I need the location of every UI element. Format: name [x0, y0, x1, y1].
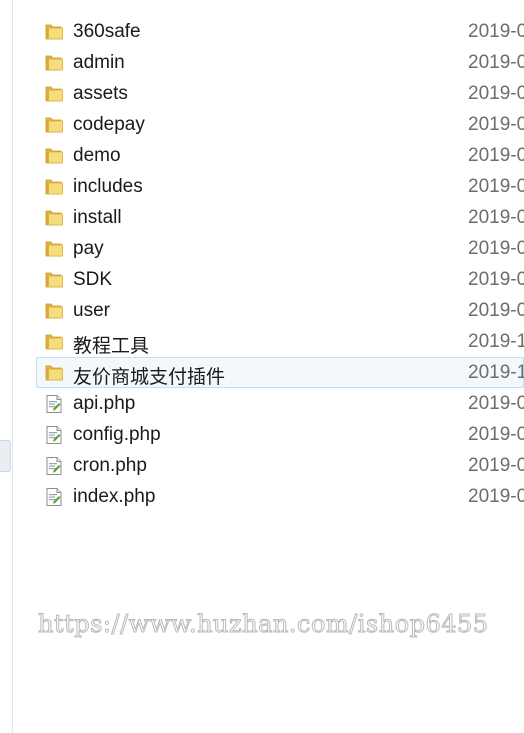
folder-row[interactable]: install 2019-0 [36, 202, 524, 233]
folder-icon [44, 239, 64, 259]
folder-icon [44, 301, 64, 321]
file-name: index.php [73, 486, 156, 507]
file-date-modified: 2019-1 [468, 331, 524, 352]
file-date-modified: 2019-0 [468, 145, 524, 166]
file-name: api.php [73, 393, 136, 414]
file-name: codepay [73, 114, 145, 135]
folder-row[interactable]: 360safe 2019-0 [36, 16, 524, 47]
file-name: config.php [73, 424, 161, 445]
folder-icon [44, 115, 64, 135]
file-row[interactable]: index.php 2019-0 [36, 481, 524, 512]
folder-icon [44, 208, 64, 228]
file-name: 教程工具 [73, 336, 150, 357]
file-date-modified: 2019-0 [468, 300, 524, 321]
file-name: install [73, 207, 122, 228]
folder-row[interactable]: assets 2019-0 [36, 78, 524, 109]
php-file-icon [44, 425, 64, 445]
pane-splitter-handle[interactable] [0, 440, 11, 472]
file-name: SDK [73, 269, 113, 290]
file-date-modified: 2019-0 [468, 207, 524, 228]
php-file-icon [44, 394, 64, 414]
navigation-pane [0, 0, 13, 733]
file-name: pay [73, 238, 104, 259]
folder-icon [44, 363, 64, 383]
file-date-modified: 2019-0 [468, 52, 524, 73]
folder-row[interactable]: SDK 2019-0 [36, 264, 524, 295]
file-date-modified: 2019-0 [468, 176, 524, 197]
file-row[interactable]: cron.php 2019-0 [36, 450, 524, 481]
file-name: cron.php [73, 455, 147, 476]
file-name: assets [73, 83, 128, 104]
file-name: demo [73, 145, 121, 166]
folder-icon [44, 22, 64, 42]
folder-row[interactable]: includes 2019-0 [36, 171, 524, 202]
file-name: admin [73, 52, 125, 73]
file-date-modified: 2019-0 [468, 455, 524, 476]
file-date-modified: 2019-1 [468, 362, 524, 383]
folder-row[interactable]: 教程工具 2019-1 [36, 326, 524, 357]
file-row[interactable]: api.php 2019-0 [36, 388, 524, 419]
folder-icon [44, 270, 64, 290]
folder-icon [44, 84, 64, 104]
folder-icon [44, 53, 64, 73]
file-name: includes [73, 176, 143, 197]
file-date-modified: 2019-0 [468, 238, 524, 259]
file-row[interactable]: config.php 2019-0 [36, 419, 524, 450]
folder-icon [44, 146, 64, 166]
file-date-modified: 2019-0 [468, 21, 524, 42]
file-date-modified: 2019-0 [468, 424, 524, 445]
file-name: 360safe [73, 21, 141, 42]
file-name: user [73, 300, 110, 321]
folder-icon [44, 177, 64, 197]
folder-row[interactable]: pay 2019-0 [36, 233, 524, 264]
file-date-modified: 2019-0 [468, 486, 524, 507]
folder-row[interactable]: admin 2019-0 [36, 47, 524, 78]
php-file-icon [44, 487, 64, 507]
file-date-modified: 2019-0 [468, 269, 524, 290]
file-date-modified: 2019-0 [468, 114, 524, 135]
file-date-modified: 2019-0 [468, 393, 524, 414]
php-file-icon [44, 456, 64, 476]
file-name: 友价商城支付插件 [73, 367, 226, 388]
folder-row[interactable]: codepay 2019-0 [36, 109, 524, 140]
file-date-modified: 2019-0 [468, 83, 524, 104]
folder-icon [44, 332, 64, 352]
watermark-text: https://www.huzhan.com/ishop6455 [38, 610, 489, 639]
folder-row[interactable]: demo 2019-0 [36, 140, 524, 171]
file-list: 360safe 2019-0 admin 2019-0 assets 2019-0 code… [36, 16, 524, 512]
folder-row[interactable]: 友价商城支付插件 2019-1 [36, 357, 524, 388]
folder-row[interactable]: user 2019-0 [36, 295, 524, 326]
